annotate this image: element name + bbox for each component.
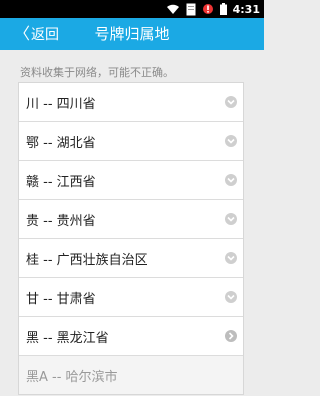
list-item[interactable]: 贵 -- 贵州省 <box>19 200 243 239</box>
list-item[interactable]: 赣 -- 江西省 <box>19 161 243 200</box>
wifi-icon <box>166 4 179 14</box>
list-item-sub[interactable]: 黑A -- 哈尔滨市 <box>19 356 243 394</box>
title-bar: 〈 返回 号牌归属地 <box>0 18 264 50</box>
page-title: 号牌归属地 <box>94 25 170 43</box>
list-item[interactable]: 鄂 -- 湖北省 <box>19 122 243 161</box>
list-item[interactable]: 甘 -- 甘肃省 <box>19 278 243 317</box>
battery-icon <box>219 3 227 15</box>
chevron-down-icon <box>225 213 237 225</box>
plate-region-list: 川 -- 四川省 鄂 -- 湖北省 赣 -- 江西省 贵 -- 贵州省 桂 --… <box>18 82 244 395</box>
status-time: 4:31 <box>232 2 260 16</box>
status-icons: 4:31 <box>166 0 260 18</box>
list-item-label: 川 -- 四川省 <box>26 96 96 112</box>
chevron-down-icon <box>225 96 237 108</box>
list-item-label: 桂 -- 广西壮族自治区 <box>26 252 148 268</box>
list-item[interactable]: 川 -- 四川省 <box>19 83 243 122</box>
sync-alert-icon <box>202 4 213 14</box>
list-item-label: 黑A -- 哈尔滨市 <box>26 369 118 385</box>
list-item-label: 鄂 -- 湖北省 <box>26 135 96 151</box>
list-item-label: 贵 -- 贵州省 <box>26 213 96 229</box>
document-icon <box>186 3 196 15</box>
chevron-down-icon <box>225 252 237 264</box>
chevron-right-icon <box>225 330 237 342</box>
data-disclaimer: 资料收集于网络，可能不正确。 <box>20 66 174 79</box>
list-item[interactable]: 桂 -- 广西壮族自治区 <box>19 239 243 278</box>
chevron-down-icon <box>225 135 237 147</box>
list-item[interactable]: 黑 -- 黑龙江省 <box>19 317 243 356</box>
list-item-label: 黑 -- 黑龙江省 <box>26 330 109 346</box>
chevron-down-icon <box>225 174 237 186</box>
list-item-label: 甘 -- 甘肃省 <box>26 291 96 307</box>
status-bar: 4:31 <box>0 0 264 18</box>
chevron-down-icon <box>225 291 237 303</box>
list-item-label: 赣 -- 江西省 <box>26 174 96 190</box>
